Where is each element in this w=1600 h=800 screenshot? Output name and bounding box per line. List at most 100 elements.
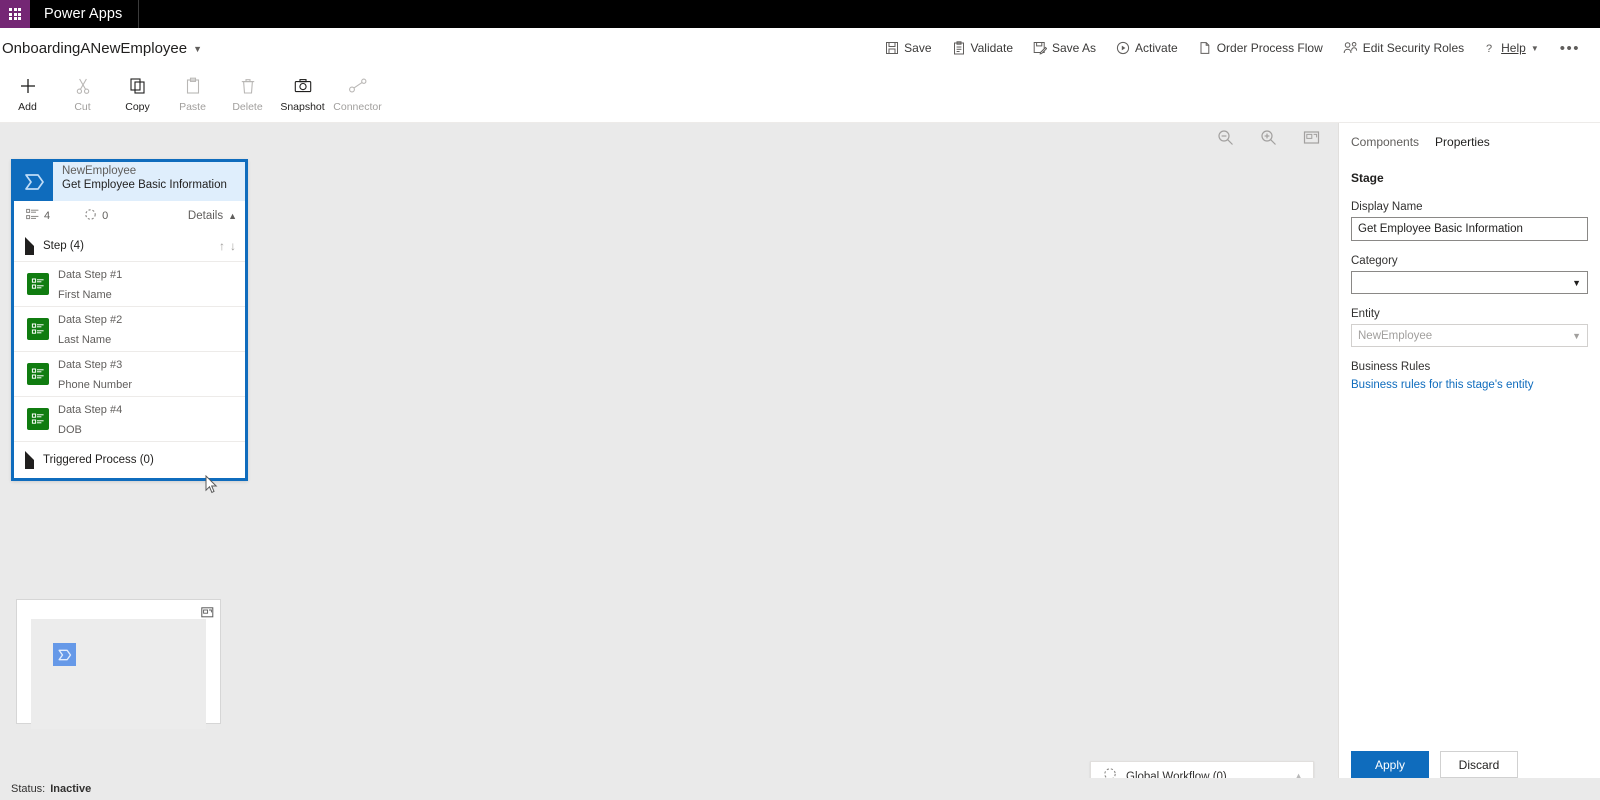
app-name-dropdown[interactable]: OnboardingANewEmployee ▼	[0, 40, 202, 57]
paste-icon	[183, 76, 203, 96]
chevron-down-icon: ▼	[1572, 330, 1581, 341]
suite-brand-label[interactable]: Power Apps	[30, 0, 140, 28]
entity-value: NewEmployee	[1358, 329, 1433, 342]
display-name-input[interactable]	[1351, 217, 1588, 241]
copy-icon	[128, 76, 148, 96]
business-rules-link[interactable]: Business rules for this stage's entity	[1351, 379, 1533, 391]
data-step-form-icon	[27, 408, 49, 430]
status-label: Status:	[11, 783, 46, 795]
ribbon-connector-label: Connector	[333, 101, 382, 113]
main-area: NewEmployee Get Employee Basic Informati…	[0, 123, 1600, 800]
display-name-field-group: Display Name	[1351, 201, 1588, 241]
ribbon-add-label: Add	[18, 101, 37, 113]
apply-button[interactable]: Apply	[1351, 751, 1429, 778]
scissors-icon	[73, 76, 93, 96]
process-canvas[interactable]: NewEmployee Get Employee Basic Informati…	[0, 123, 1338, 800]
canvas-zoom-tools	[1217, 129, 1320, 151]
save-as-icon	[1033, 41, 1047, 55]
fit-to-screen-icon[interactable]	[1303, 129, 1320, 151]
data-step-form-icon	[27, 318, 49, 340]
step-group-label: Step (4)	[43, 240, 84, 252]
panel-section-title: Stage	[1351, 171, 1384, 185]
chevron-down-icon: ▼	[1572, 277, 1581, 288]
workflow-count: 0	[84, 208, 108, 224]
save-button[interactable]: Save	[876, 36, 940, 60]
data-step-title: Data Step #2	[58, 314, 123, 326]
data-step-value: Last Name	[58, 334, 112, 346]
ribbon-toolbar: Add Cut Copy Paste Delete Snapshot Conne…	[0, 68, 1600, 123]
tab-properties[interactable]: Properties	[1435, 133, 1490, 157]
overflow-menu-button[interactable]: •••	[1550, 37, 1590, 60]
stage-chevron-icon	[14, 162, 53, 201]
minimap-stage-node	[53, 643, 76, 666]
ribbon-snapshot-button[interactable]: Snapshot	[275, 74, 330, 113]
stage-card-header[interactable]: NewEmployee Get Employee Basic Informati…	[14, 162, 245, 201]
step-group-header[interactable]: Step (4) ↑ ↓	[14, 231, 245, 262]
tab-components[interactable]: Components	[1351, 133, 1419, 157]
ribbon-paste-button: Paste	[165, 74, 220, 113]
title-command-bar: OnboardingANewEmployee ▼ Save Validate S…	[0, 28, 1600, 68]
help-button[interactable]: ? Help ▼	[1475, 36, 1548, 60]
stage-card-counts: 4 0 Details ▲	[14, 201, 245, 231]
order-process-flow-label: Order Process Flow	[1216, 41, 1323, 55]
activate-button[interactable]: Activate	[1107, 36, 1187, 60]
svg-text:?: ?	[1486, 43, 1492, 55]
minimap[interactable]	[16, 599, 221, 729]
display-name-label: Display Name	[1351, 201, 1423, 213]
edit-security-roles-button[interactable]: Edit Security Roles	[1334, 36, 1473, 60]
status-bar: Status: Inactive	[0, 778, 1600, 800]
data-step-row[interactable]: Data Step #2 Last Name	[14, 307, 245, 352]
ribbon-delete-label: Delete	[232, 101, 263, 113]
collapse-triangle-icon	[25, 451, 34, 469]
trash-icon	[238, 76, 258, 96]
entity-select: NewEmployee ▼	[1351, 324, 1588, 347]
data-step-row[interactable]: Data Step #3 Phone Number	[14, 352, 245, 397]
business-rules-label: Business Rules	[1351, 361, 1431, 373]
plus-icon	[18, 76, 38, 96]
triggered-process-label: Triggered Process (0)	[43, 454, 154, 466]
triggered-process-group-header[interactable]: Triggered Process (0)	[14, 442, 245, 478]
data-step-form-icon	[27, 363, 49, 385]
data-steps-count-value: 4	[44, 210, 51, 222]
minimap-viewport[interactable]	[31, 619, 206, 729]
zoom-out-icon[interactable]	[1217, 129, 1234, 151]
details-label: Details	[187, 210, 224, 222]
data-step-text: Data Step #2 Last Name	[58, 309, 122, 349]
waffle-grid-icon[interactable]	[0, 0, 30, 28]
ribbon-add-button[interactable]: Add	[0, 74, 55, 113]
data-step-row[interactable]: Data Step #1 First Name	[14, 262, 245, 307]
chevron-down-icon: ▼	[193, 44, 203, 54]
data-step-text: Data Step #1 First Name	[58, 264, 122, 304]
chevron-down-icon: ▼	[1530, 43, 1539, 53]
arrow-up-icon[interactable]: ↑	[219, 239, 225, 253]
stage-card[interactable]: NewEmployee Get Employee Basic Informati…	[11, 159, 248, 481]
arrow-down-icon[interactable]: ↓	[230, 239, 236, 253]
zoom-in-icon[interactable]	[1260, 129, 1277, 151]
ribbon-snapshot-label: Snapshot	[280, 101, 325, 113]
data-step-row[interactable]: Data Step #4 DOB	[14, 397, 245, 442]
order-process-flow-icon	[1198, 41, 1212, 55]
data-step-value: DOB	[58, 424, 82, 436]
ribbon-copy-label: Copy	[125, 101, 150, 113]
validate-button[interactable]: Validate	[943, 36, 1022, 60]
order-process-flow-button[interactable]: Order Process Flow	[1189, 36, 1332, 60]
save-as-button[interactable]: Save As	[1024, 36, 1105, 60]
suite-bar: Power Apps	[0, 0, 1600, 28]
data-steps-count: 4	[26, 208, 50, 224]
command-bar: Save Validate Save As Activate Order Pro	[876, 36, 1590, 60]
discard-button[interactable]: Discard	[1440, 751, 1518, 778]
step-reorder-arrows: ↑ ↓	[219, 239, 236, 253]
app-name-label: OnboardingANewEmployee	[2, 39, 188, 57]
connector-icon	[347, 76, 369, 96]
help-question-icon: ?	[1484, 41, 1496, 55]
ribbon-copy-button[interactable]: Copy	[110, 74, 165, 113]
ribbon-connector-button: Connector	[330, 74, 385, 113]
security-roles-people-icon	[1343, 41, 1358, 55]
panel-body: Stage Display Name Category ▼ Entity New…	[1339, 157, 1600, 800]
data-steps-icon	[26, 208, 39, 224]
category-select[interactable]: ▼	[1351, 271, 1588, 294]
stage-entity-label: NewEmployee	[62, 165, 137, 177]
data-step-title: Data Step #1	[58, 269, 123, 281]
details-toggle[interactable]: Details ▲	[188, 210, 237, 222]
ribbon-paste-label: Paste	[179, 101, 206, 113]
